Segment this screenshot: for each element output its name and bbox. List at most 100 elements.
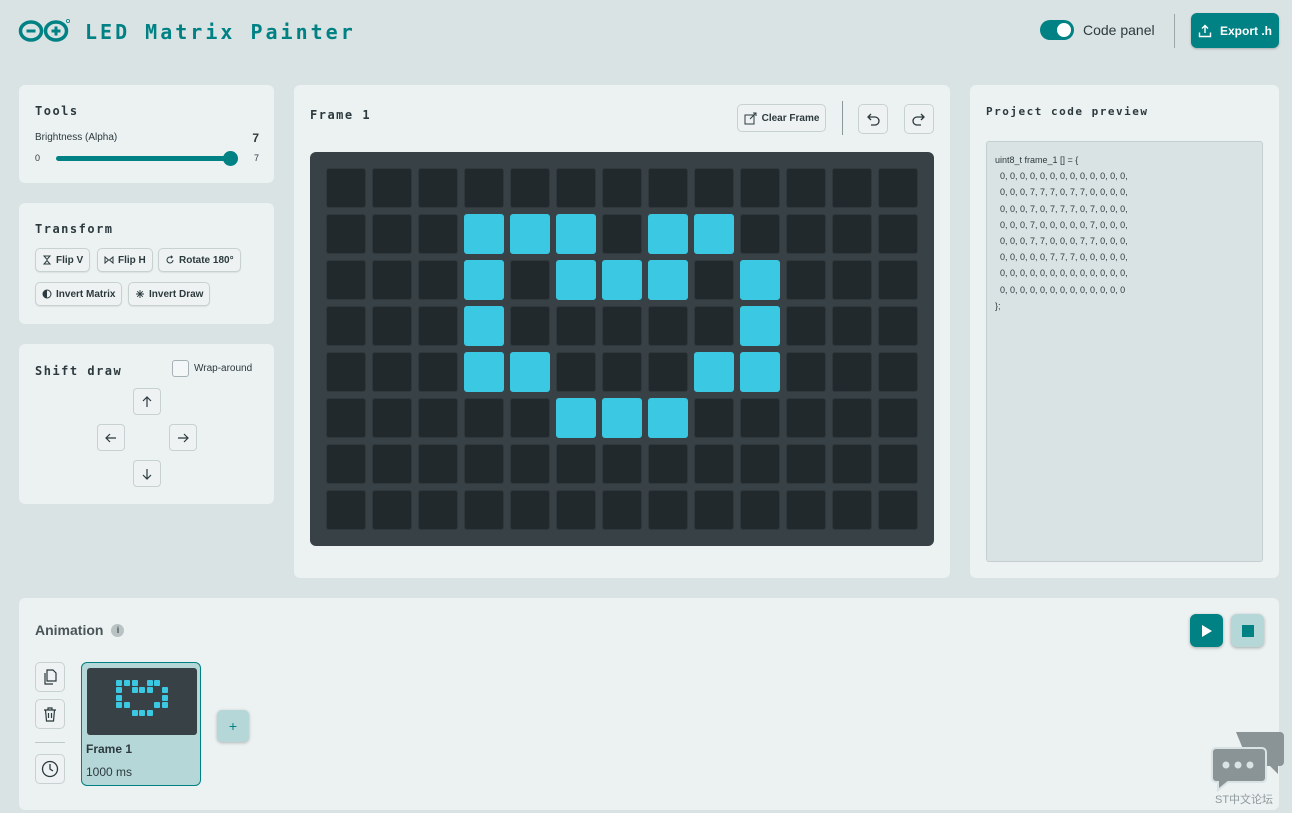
led-cell[interactable] bbox=[878, 260, 918, 300]
led-cell[interactable] bbox=[556, 168, 596, 208]
led-cell[interactable] bbox=[326, 444, 366, 484]
led-cell[interactable] bbox=[464, 214, 504, 254]
led-cell[interactable] bbox=[786, 444, 826, 484]
flip-v-button[interactable]: Flip V bbox=[35, 248, 91, 272]
led-cell[interactable] bbox=[372, 444, 412, 484]
add-frame-button[interactable]: + bbox=[217, 710, 249, 742]
led-cell[interactable] bbox=[878, 168, 918, 208]
led-cell[interactable] bbox=[326, 352, 366, 392]
shift-down-button[interactable] bbox=[133, 460, 161, 487]
shift-left-button[interactable] bbox=[97, 424, 125, 451]
led-cell[interactable] bbox=[326, 214, 366, 254]
play-button[interactable] bbox=[1190, 614, 1223, 647]
led-cell[interactable] bbox=[418, 260, 458, 300]
led-cell[interactable] bbox=[326, 168, 366, 208]
led-cell[interactable] bbox=[740, 444, 780, 484]
led-cell[interactable] bbox=[648, 214, 688, 254]
rotate-180-button[interactable]: Rotate 180° bbox=[158, 248, 241, 272]
wrap-around-box[interactable] bbox=[172, 360, 189, 377]
led-cell[interactable] bbox=[740, 260, 780, 300]
led-cell[interactable] bbox=[832, 352, 872, 392]
led-cell[interactable] bbox=[648, 260, 688, 300]
clear-frame-button[interactable]: Clear Frame bbox=[737, 104, 826, 132]
led-cell[interactable] bbox=[464, 306, 504, 346]
led-cell[interactable] bbox=[648, 352, 688, 392]
led-cell[interactable] bbox=[740, 214, 780, 254]
invert-draw-button[interactable]: Invert Draw bbox=[128, 282, 211, 306]
led-cell[interactable] bbox=[832, 398, 872, 438]
led-matrix-grid[interactable] bbox=[310, 152, 934, 546]
led-cell[interactable] bbox=[878, 352, 918, 392]
led-cell[interactable] bbox=[648, 306, 688, 346]
led-cell[interactable] bbox=[694, 306, 734, 346]
led-cell[interactable] bbox=[602, 490, 642, 530]
led-cell[interactable] bbox=[464, 260, 504, 300]
led-cell[interactable] bbox=[464, 352, 504, 392]
led-cell[interactable] bbox=[878, 444, 918, 484]
frame-duration-button[interactable] bbox=[35, 754, 65, 784]
led-cell[interactable] bbox=[556, 214, 596, 254]
shift-right-button[interactable] bbox=[169, 424, 197, 451]
led-cell[interactable] bbox=[832, 490, 872, 530]
led-cell[interactable] bbox=[510, 306, 550, 346]
invert-matrix-button[interactable]: Invert Matrix bbox=[35, 282, 123, 306]
led-cell[interactable] bbox=[740, 168, 780, 208]
frame-card[interactable]: Frame 1 1000 ms bbox=[81, 662, 201, 786]
shift-up-button[interactable] bbox=[133, 388, 161, 415]
led-cell[interactable] bbox=[418, 214, 458, 254]
led-cell[interactable] bbox=[694, 214, 734, 254]
delete-frame-button[interactable] bbox=[35, 699, 65, 729]
led-cell[interactable] bbox=[556, 444, 596, 484]
led-cell[interactable] bbox=[510, 168, 550, 208]
led-cell[interactable] bbox=[464, 444, 504, 484]
led-cell[interactable] bbox=[510, 398, 550, 438]
led-cell[interactable] bbox=[556, 306, 596, 346]
led-cell[interactable] bbox=[602, 444, 642, 484]
led-cell[interactable] bbox=[556, 260, 596, 300]
led-cell[interactable] bbox=[786, 352, 826, 392]
slider-thumb[interactable] bbox=[223, 151, 238, 166]
led-cell[interactable] bbox=[510, 260, 550, 300]
flip-h-button[interactable]: Flip H bbox=[97, 248, 153, 272]
led-cell[interactable] bbox=[648, 490, 688, 530]
led-cell[interactable] bbox=[602, 352, 642, 392]
led-cell[interactable] bbox=[372, 306, 412, 346]
led-cell[interactable] bbox=[556, 398, 596, 438]
led-cell[interactable] bbox=[694, 260, 734, 300]
led-cell[interactable] bbox=[740, 398, 780, 438]
led-cell[interactable] bbox=[786, 260, 826, 300]
led-cell[interactable] bbox=[556, 352, 596, 392]
undo-button[interactable] bbox=[858, 104, 888, 134]
led-cell[interactable] bbox=[418, 398, 458, 438]
code-panel-toggle[interactable] bbox=[1040, 20, 1074, 40]
led-cell[interactable] bbox=[556, 490, 596, 530]
led-cell[interactable] bbox=[694, 352, 734, 392]
redo-button[interactable] bbox=[904, 104, 934, 134]
brightness-slider[interactable] bbox=[56, 151, 238, 166]
led-cell[interactable] bbox=[372, 260, 412, 300]
led-cell[interactable] bbox=[372, 352, 412, 392]
led-cell[interactable] bbox=[878, 214, 918, 254]
led-cell[interactable] bbox=[740, 352, 780, 392]
led-cell[interactable] bbox=[878, 306, 918, 346]
led-cell[interactable] bbox=[648, 398, 688, 438]
led-cell[interactable] bbox=[602, 398, 642, 438]
led-cell[interactable] bbox=[418, 352, 458, 392]
led-cell[interactable] bbox=[694, 398, 734, 438]
stop-button[interactable] bbox=[1231, 614, 1264, 647]
led-cell[interactable] bbox=[648, 444, 688, 484]
led-cell[interactable] bbox=[464, 168, 504, 208]
led-cell[interactable] bbox=[878, 398, 918, 438]
led-cell[interactable] bbox=[602, 260, 642, 300]
led-cell[interactable] bbox=[510, 444, 550, 484]
code-preview-text[interactable]: uint8_t frame_1 [] = { 0, 0, 0, 0, 0, 0,… bbox=[986, 141, 1263, 562]
led-cell[interactable] bbox=[786, 490, 826, 530]
led-cell[interactable] bbox=[326, 306, 366, 346]
led-cell[interactable] bbox=[372, 214, 412, 254]
info-icon[interactable]: i bbox=[111, 623, 125, 637]
led-cell[interactable] bbox=[878, 490, 918, 530]
led-cell[interactable] bbox=[418, 444, 458, 484]
led-cell[interactable] bbox=[832, 214, 872, 254]
led-cell[interactable] bbox=[326, 398, 366, 438]
led-cell[interactable] bbox=[326, 490, 366, 530]
